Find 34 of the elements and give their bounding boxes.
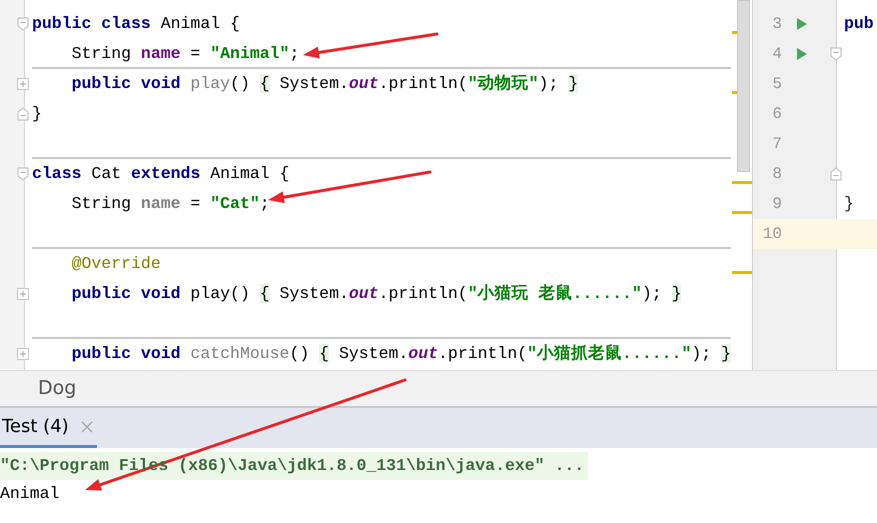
expand-icon[interactable]: [17, 348, 29, 360]
code-line: pub: [844, 14, 874, 33]
code-line: public void catchMouse() { System.out.println("小猫抓老鼠......"); }: [70, 344, 731, 363]
fold-icon[interactable]: [830, 167, 842, 181]
fold-icon[interactable]: [830, 47, 842, 61]
code-line: public class Animal {: [32, 14, 240, 33]
scrollbar-thumb[interactable]: [737, 0, 750, 172]
line-number: 7: [771, 134, 782, 155]
code-line: public void play() { System.out.println("小猫玩 老鼠......"); }: [70, 284, 682, 303]
code-line: public void play() { System.out.println("动物玩"); }: [70, 74, 578, 93]
expand-icon[interactable]: [17, 78, 29, 90]
line-number: 4: [771, 44, 782, 65]
expand-icon[interactable]: [17, 288, 29, 300]
code-line: }: [32, 104, 42, 123]
run-icon[interactable]: [796, 17, 808, 31]
line-number: 3: [771, 14, 782, 35]
code-line: class Cat extends Animal {: [32, 164, 290, 183]
code-line: }: [844, 194, 854, 213]
line-number: 5: [771, 74, 782, 95]
fold-icon[interactable]: [17, 167, 29, 181]
fold-icon[interactable]: [17, 107, 29, 121]
run-tab[interactable]: Test (4): [0, 408, 97, 448]
fold-icon[interactable]: [17, 17, 29, 31]
run-icon[interactable]: [796, 47, 808, 61]
code-line: @Override: [70, 254, 161, 273]
breadcrumb-item[interactable]: Dog: [38, 374, 76, 403]
code-line: String name = "Cat";: [70, 194, 270, 213]
line-number: 8: [771, 164, 782, 185]
code-line: String name = "Animal";: [70, 44, 300, 63]
close-icon[interactable]: [80, 420, 93, 432]
line-number: 9: [771, 194, 782, 215]
line-number: 6: [771, 104, 782, 125]
console-output: Animal: [0, 483, 60, 505]
line-number: 10: [762, 224, 782, 245]
